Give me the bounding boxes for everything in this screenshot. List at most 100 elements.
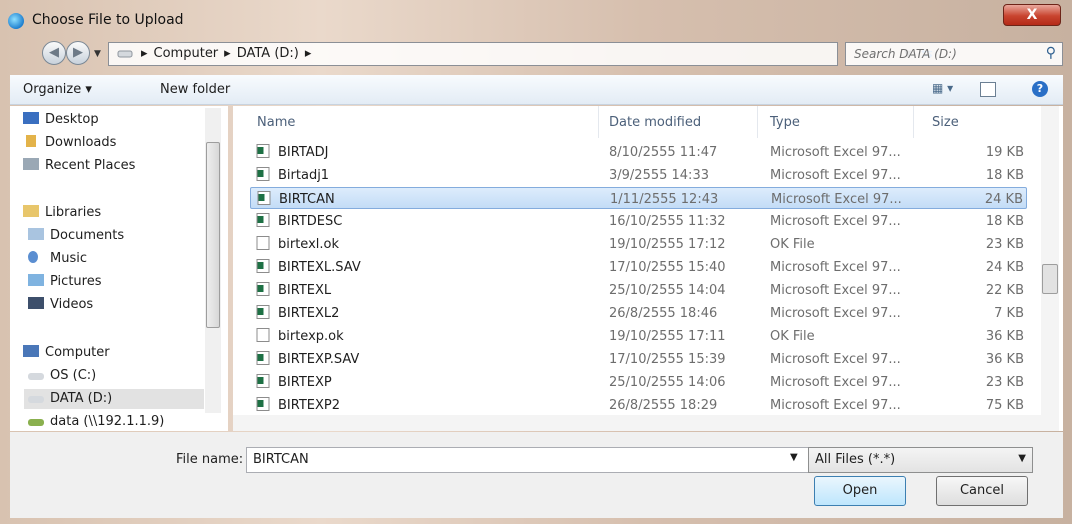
sidebar-item-documents[interactable]: Documents: [28, 228, 124, 243]
browser-icon: [8, 13, 24, 29]
footer-panel: File name: BIRTCAN ▼ All Files (*.*) ▼ O…: [10, 432, 1063, 518]
horizontal-scrollbar[interactable]: [233, 415, 1059, 431]
sidebar-item-computer[interactable]: Computer: [23, 345, 110, 360]
file-date: 17/10/2555 15:39: [609, 352, 726, 367]
sidebar-item-recent-places[interactable]: Recent Places: [23, 158, 135, 173]
table-row[interactable]: BIRTEXP2 26/8/2555 18:29 Microsoft Excel 9…: [250, 394, 1027, 416]
excel-file-icon: [256, 374, 270, 388]
sidebar-item-downloads[interactable]: Downloads: [23, 135, 116, 150]
command-toolbar: Organize ▾ New folder ▦ ▾ ?: [10, 75, 1063, 105]
back-arrow-icon[interactable]: ◀: [42, 41, 66, 65]
file-type-select[interactable]: All Files (*.*) ▼: [808, 447, 1033, 473]
file-size: 36 KB: [985, 352, 1024, 367]
drive-icon: [28, 373, 44, 380]
file-date: 26/8/2555 18:46: [609, 306, 718, 321]
column-header-size[interactable]: Size: [932, 115, 959, 130]
file-type: Microsoft Excel 97...: [770, 214, 901, 229]
file-type: Microsoft Excel 97...: [770, 398, 901, 413]
file-name: BIRTDESC: [278, 214, 343, 229]
table-row[interactable]: BIRTEXP 25/10/2555 14:06 Microsoft Excel 9…: [250, 371, 1027, 393]
sidebar-item-pictures[interactable]: Pictures: [28, 274, 101, 289]
preview-pane-icon[interactable]: [980, 82, 996, 97]
breadcrumb: ▸ Computer ▸ DATA (D:) ▸: [141, 46, 312, 61]
file-type: Microsoft Excel 97...: [770, 283, 901, 298]
file-date: 25/10/2555 14:06: [609, 375, 726, 390]
forward-arrow-icon[interactable]: ▶: [66, 41, 90, 65]
music-icon: [28, 251, 38, 263]
file-name: birtexl.ok: [278, 237, 339, 252]
window-title: Choose File to Upload: [32, 12, 184, 28]
file-size: 19 KB: [985, 145, 1024, 160]
file-name: BIRTEXL2: [278, 306, 340, 321]
file-name: BIRTEXP: [278, 375, 332, 390]
breadcrumb-data-drive[interactable]: DATA (D:): [237, 46, 299, 61]
videos-icon: [28, 297, 44, 309]
navigation-pane: Desktop Downloads Recent Places Librarie…: [10, 106, 228, 431]
file-size: 75 KB: [985, 398, 1024, 413]
file-type: OK File: [770, 237, 815, 252]
sidebar-item-music[interactable]: Music: [28, 251, 87, 266]
excel-file-icon: [256, 305, 270, 319]
drive-icon: [117, 50, 133, 58]
column-header-type[interactable]: Type: [770, 115, 800, 130]
computer-icon: [23, 345, 39, 357]
excel-file-icon: [257, 191, 271, 205]
table-row[interactable]: BIRTEXL 25/10/2555 14:04 Microsoft Excel 9…: [250, 279, 1027, 301]
file-size: 23 KB: [985, 237, 1024, 252]
filename-label: File name:: [176, 452, 244, 467]
sidebar-item-videos[interactable]: Videos: [28, 297, 93, 312]
column-header-name[interactable]: Name: [257, 115, 295, 130]
table-row[interactable]: BIRTEXL.SAV 17/10/2555 15:40 Microsoft Exc…: [250, 256, 1027, 278]
file-list-scroll-thumb[interactable]: [1042, 264, 1058, 294]
excel-file-icon: [256, 144, 270, 158]
excel-file-icon: [256, 282, 270, 296]
address-bar[interactable]: ▸Computer▸DATA (D:)▸ ▼ ⇆: [108, 42, 933, 66]
table-row[interactable]: birtexl.ok 19/10/2555 17:12 OK File 23 KB: [250, 233, 1027, 255]
sidebar-item-desktop[interactable]: Desktop: [23, 112, 99, 127]
sidebar-item-os-drive[interactable]: OS (C:): [28, 368, 96, 383]
column-header-date[interactable]: Date modified: [609, 115, 701, 130]
close-button[interactable]: X: [1003, 4, 1061, 26]
open-button[interactable]: Open: [814, 476, 906, 506]
sidebar-scroll-thumb[interactable]: [206, 142, 220, 328]
sidebar-item-libraries[interactable]: Libraries: [23, 205, 101, 220]
new-folder-button[interactable]: New folder: [160, 82, 230, 97]
breadcrumb-computer[interactable]: Computer: [154, 46, 219, 61]
recent-places-icon: [23, 158, 39, 170]
excel-file-icon: [256, 213, 270, 227]
file-date: 26/8/2555 18:29: [609, 398, 718, 413]
file-type: Microsoft Excel 97...: [770, 145, 901, 160]
table-row[interactable]: BIRTADJ 8/10/2555 11:47 Microsoft Excel 97…: [250, 141, 1027, 163]
drive-icon: [28, 396, 44, 403]
table-row[interactable]: BIRTCAN 1/11/2555 12:43 Microsoft Excel 97…: [250, 187, 1027, 209]
file-date: 3/9/2555 14:33: [609, 168, 709, 183]
help-icon[interactable]: ?: [1032, 81, 1048, 97]
file-type: Microsoft Excel 97...: [770, 260, 901, 275]
recent-locations-dropdown-icon[interactable]: ▼: [94, 49, 101, 59]
excel-file-icon: [256, 259, 270, 273]
file-icon: [256, 236, 270, 250]
table-row[interactable]: BIRTEXL2 26/8/2555 18:46 Microsoft Excel 9…: [250, 302, 1027, 324]
file-size: 18 KB: [985, 214, 1024, 229]
table-row[interactable]: birtexp.ok 19/10/2555 17:11 OK File 36 KB: [250, 325, 1027, 347]
file-name: BIRTADJ: [278, 145, 329, 160]
file-name: BIRTEXP.SAV: [278, 352, 360, 367]
search-input[interactable]: Search DATA (D:) ⚲: [845, 42, 1063, 66]
change-view-icon[interactable]: ▦ ▾: [932, 81, 953, 95]
file-size: 24 KB: [985, 260, 1024, 275]
table-row[interactable]: BIRTEXP.SAV 17/10/2555 15:39 Microsoft Exc…: [250, 348, 1027, 370]
file-name: BIRTEXL: [278, 283, 332, 298]
search-icon[interactable]: ⚲: [1046, 45, 1056, 61]
table-row[interactable]: Birtadj1 3/9/2555 14:33 Microsoft Excel 97…: [250, 164, 1027, 186]
organize-button[interactable]: Organize ▾: [23, 82, 92, 97]
filename-input[interactable]: BIRTCAN: [246, 447, 817, 473]
sidebar-item-data-drive[interactable]: DATA (D:): [24, 389, 204, 409]
sidebar-item-network-drive[interactable]: data (\\192.1.1.9): [28, 414, 164, 429]
file-name: BIRTEXP2: [278, 398, 341, 413]
table-row[interactable]: BIRTDESC 16/10/2555 11:32 Microsoft Excel …: [250, 210, 1027, 232]
cancel-button[interactable]: Cancel: [936, 476, 1028, 506]
filename-dropdown-icon[interactable]: ▼: [790, 452, 798, 463]
file-type: Microsoft Excel 97...: [770, 375, 901, 390]
excel-file-icon: [256, 167, 270, 181]
excel-file-icon: [256, 351, 270, 365]
